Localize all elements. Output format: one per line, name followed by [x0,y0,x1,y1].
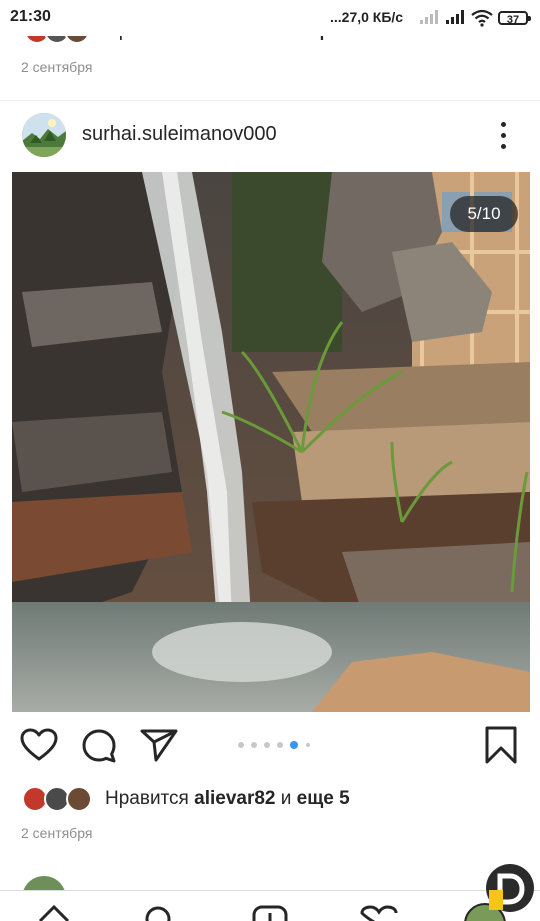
carousel-dots [238,741,328,750]
user-avatar[interactable] [22,113,66,157]
carousel-dot-active [290,741,298,749]
wifi-icon [471,9,493,27]
likes-text[interactable]: Нравится alievar82 и еще 5 [105,788,350,810]
overlay-logo-icon [488,866,532,910]
post-date: 2 сентября [21,825,93,841]
network-speed: ...27,0 КБ/с [330,9,404,25]
post-actions [0,718,540,774]
comment-icon[interactable] [81,728,117,764]
add-icon[interactable] [252,905,288,921]
liker-username[interactable]: alievar82 [194,788,275,809]
heart-icon[interactable] [20,728,58,762]
status-bar: 21:30 ...27,0 КБ/с 37 [0,0,540,36]
previous-post-date: 2 сентября [21,59,93,75]
overlay-app-button[interactable] [486,864,534,912]
battery-icon: 37 [498,11,531,26]
bookmark-icon[interactable] [484,726,518,764]
carousel-dot [306,743,310,747]
slide-counter: 5/10 [450,196,518,232]
carousel-dot [251,742,257,748]
more-vert-icon[interactable] [496,121,512,151]
signal-icon [446,10,466,24]
avatar-image [22,113,66,157]
home-icon[interactable] [38,903,70,921]
carousel-dot [238,742,244,748]
carousel-dot [277,742,283,748]
next-post-avatar[interactable] [22,876,66,890]
waterfall-photo [12,172,530,712]
post-header: surhai.suleimanov000 [0,100,540,171]
avatar [66,786,92,812]
search-icon[interactable] [144,905,176,921]
post-username[interactable]: surhai.suleimanov000 [82,123,277,146]
status-time: 21:30 [10,8,51,25]
signal-icon [420,10,440,24]
likes-more[interactable]: еще 5 [297,788,350,809]
activity-icon[interactable] [360,905,398,921]
carousel-dot [264,742,270,748]
liker-avatars[interactable] [22,786,112,814]
post-image[interactable]: 5/10 [12,172,530,712]
send-icon[interactable] [140,728,178,762]
bottom-nav [0,890,540,921]
